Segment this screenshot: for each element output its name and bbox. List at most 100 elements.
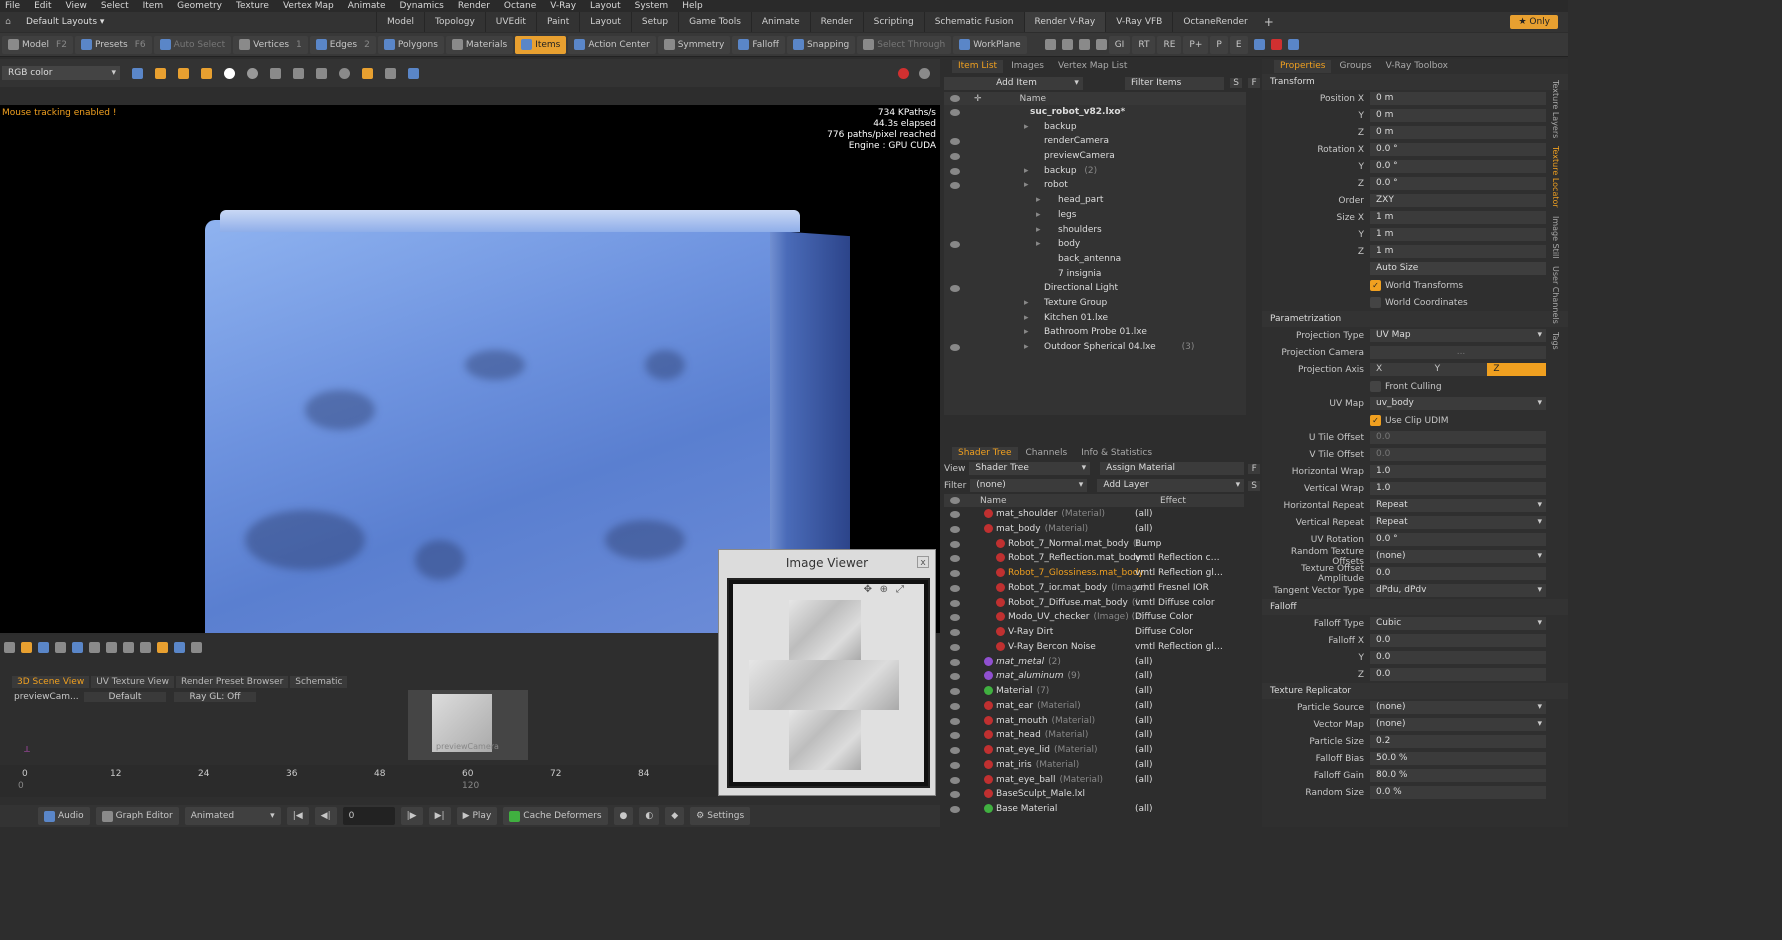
cache-deformers-button[interactable]: Cache Deformers <box>503 807 608 825</box>
expand-arrow-icon[interactable]: ▸ <box>1024 325 1029 340</box>
channel-select[interactable]: RGB color <box>2 66 120 80</box>
shader-row[interactable]: BaseSculpt_Male.lxl <box>944 787 1244 802</box>
property-value[interactable]: 0.0 ° <box>1370 177 1546 190</box>
bottom-tool-icon[interactable] <box>106 641 117 653</box>
shader-effect[interactable]: (all) <box>1135 758 1225 773</box>
zoom-icon[interactable]: ⊕ <box>880 584 888 595</box>
eye-icon[interactable] <box>950 197 960 204</box>
properties-tab[interactable]: Groups <box>1333 60 1377 73</box>
item-row[interactable]: 7 insignia <box>944 267 1246 282</box>
item-row[interactable]: ▸ Bathroom Probe 01.lxe <box>944 325 1246 340</box>
animated-select[interactable]: Animated ▾ <box>184 807 281 825</box>
shader-effect[interactable]: vmtl Reflection gloss... <box>1135 640 1225 655</box>
render-mode-button[interactable]: P+ <box>1183 35 1209 54</box>
projection-camera-select[interactable]: ... <box>1370 346 1546 359</box>
shader-effect[interactable]: (all) <box>1135 728 1225 743</box>
side-tab[interactable]: Tags <box>1551 332 1560 350</box>
eye-icon[interactable] <box>950 285 960 293</box>
render-frame-icon[interactable] <box>178 67 189 79</box>
view-toggle-icon[interactable] <box>919 67 930 79</box>
property-value[interactable]: 0.0 ° <box>1370 160 1546 173</box>
bottom-tool-icon[interactable] <box>174 641 185 653</box>
eye-icon[interactable] <box>950 227 960 234</box>
section-parametrization[interactable]: Parametrization <box>1262 311 1568 327</box>
color-wheel-icon[interactable] <box>1287 39 1299 50</box>
f-toggle[interactable]: F <box>1248 463 1260 474</box>
eye-icon[interactable] <box>950 732 960 740</box>
key-icon[interactable]: ◐ <box>639 807 660 825</box>
audio-button[interactable]: Audio <box>38 807 90 825</box>
shader-row[interactable]: V-Ray Bercon Noise vmtl Reflection gloss.… <box>944 640 1244 655</box>
shader-row[interactable]: Robot_7_Glossiness.mat_body ... vmtl Refl… <box>944 566 1244 581</box>
expand-arrow-icon[interactable]: ▸ <box>1024 311 1029 326</box>
eye-icon[interactable] <box>950 643 960 651</box>
camera-select[interactable]: previewCam... <box>14 692 79 702</box>
item-list-tab[interactable]: Images <box>1005 60 1050 73</box>
bottom-tool-icon[interactable] <box>38 641 49 653</box>
shader-row[interactable]: Modo_UV_checker (Image) (2) Diffuse Color <box>944 610 1244 625</box>
property-value[interactable]: ZXY <box>1370 194 1546 207</box>
layout-tab[interactable]: OctaneRender <box>1172 12 1257 32</box>
shader-row[interactable]: Base Material (all) <box>944 802 1244 817</box>
menu-item[interactable]: Dynamics <box>394 0 452 12</box>
go-end-button[interactable]: ▶| <box>428 807 451 825</box>
item-row[interactable]: back_antenna <box>944 252 1246 267</box>
shader-row[interactable]: mat_head (Material) (all) <box>944 728 1244 743</box>
shader-effect[interactable] <box>1135 787 1225 802</box>
step-back-button[interactable]: ◀| <box>314 807 337 825</box>
s-toggle[interactable]: S <box>1248 480 1260 491</box>
clipboard-icon[interactable] <box>316 67 327 79</box>
layout-tab[interactable]: V-Ray VFB <box>1105 12 1172 32</box>
uv-map-select[interactable]: uv_body <box>1370 397 1546 410</box>
shader-effect[interactable]: (all) <box>1135 507 1225 522</box>
property-value[interactable]: 0 m <box>1370 126 1546 139</box>
toolbar-button[interactable]: WorkPlane <box>953 35 1027 54</box>
eye-icon[interactable] <box>950 658 960 666</box>
item-row[interactable]: ▸ Outdoor Spherical 04.lxe (3) <box>944 340 1246 355</box>
side-tab[interactable]: Image Still <box>1551 216 1560 258</box>
shader-row[interactable]: mat_mouth (Material) (all) <box>944 714 1244 729</box>
circle-icon[interactable] <box>339 67 350 79</box>
shader-row[interactable]: mat_eye_lid (Material) (all) <box>944 743 1244 758</box>
eye-icon[interactable] <box>950 271 960 278</box>
filter-select[interactable]: (none) <box>970 479 1088 492</box>
eye-icon[interactable] <box>950 673 960 681</box>
shader-tree-tab[interactable]: Info & Statistics <box>1075 447 1158 460</box>
item-row[interactable]: ▸ head_part <box>944 193 1246 208</box>
menu-item[interactable]: Vertex Map <box>278 0 343 12</box>
side-tab[interactable]: User Channels <box>1551 266 1560 324</box>
eye-icon[interactable] <box>950 315 960 322</box>
close-button[interactable]: x <box>917 556 929 568</box>
eye-icon[interactable] <box>950 540 960 548</box>
refresh-icon[interactable] <box>1095 39 1107 50</box>
projection-type-select[interactable]: UV Map <box>1370 329 1546 342</box>
save-icon[interactable] <box>270 67 281 79</box>
shader-effect[interactable]: Diffuse Color <box>1135 610 1225 625</box>
toolbar-button[interactable]: Action Center <box>568 35 656 54</box>
only-toggle[interactable]: ★ Only <box>1510 15 1558 29</box>
eye-icon[interactable] <box>950 570 960 577</box>
bottom-tool-icon[interactable] <box>89 641 100 653</box>
section-falloff[interactable]: Falloff <box>1262 599 1568 615</box>
shader-row[interactable]: mat_iris (Material) (all) <box>944 758 1244 773</box>
eye-icon[interactable] <box>950 109 960 116</box>
eye-icon[interactable] <box>950 702 960 710</box>
item-row[interactable]: ▸ robot <box>944 178 1246 193</box>
item-row[interactable]: ▸ backup (2) <box>944 164 1246 179</box>
toolbar-button[interactable]: Select Through <box>857 35 952 54</box>
property-value[interactable]: 50.0 % <box>1370 752 1546 765</box>
toolbar-button[interactable]: Model F2 <box>2 35 73 54</box>
shader-row[interactable]: mat_aluminum (9) (all) <box>944 669 1244 684</box>
side-tab[interactable]: Texture Layers <box>1551 80 1560 138</box>
toolbar-button[interactable]: Falloff <box>732 35 785 54</box>
layout-selector[interactable]: Default Layouts ▾ <box>16 17 376 27</box>
shader-effect[interactable]: (all) <box>1135 802 1225 817</box>
shader-effect[interactable]: (all) <box>1135 743 1225 758</box>
image-viewer-canvas[interactable]: ⊕ ⤢ ✥ <box>727 578 930 788</box>
side-tab[interactable]: Texture Locator <box>1551 146 1560 208</box>
display-icon[interactable] <box>408 67 419 79</box>
shader-row[interactable]: Material (7) (all) <box>944 684 1244 699</box>
front-culling-checkbox[interactable]: Front Culling <box>1370 381 1442 392</box>
eye-icon[interactable] <box>950 212 960 219</box>
shader-effect[interactable]: (all) <box>1135 714 1225 729</box>
